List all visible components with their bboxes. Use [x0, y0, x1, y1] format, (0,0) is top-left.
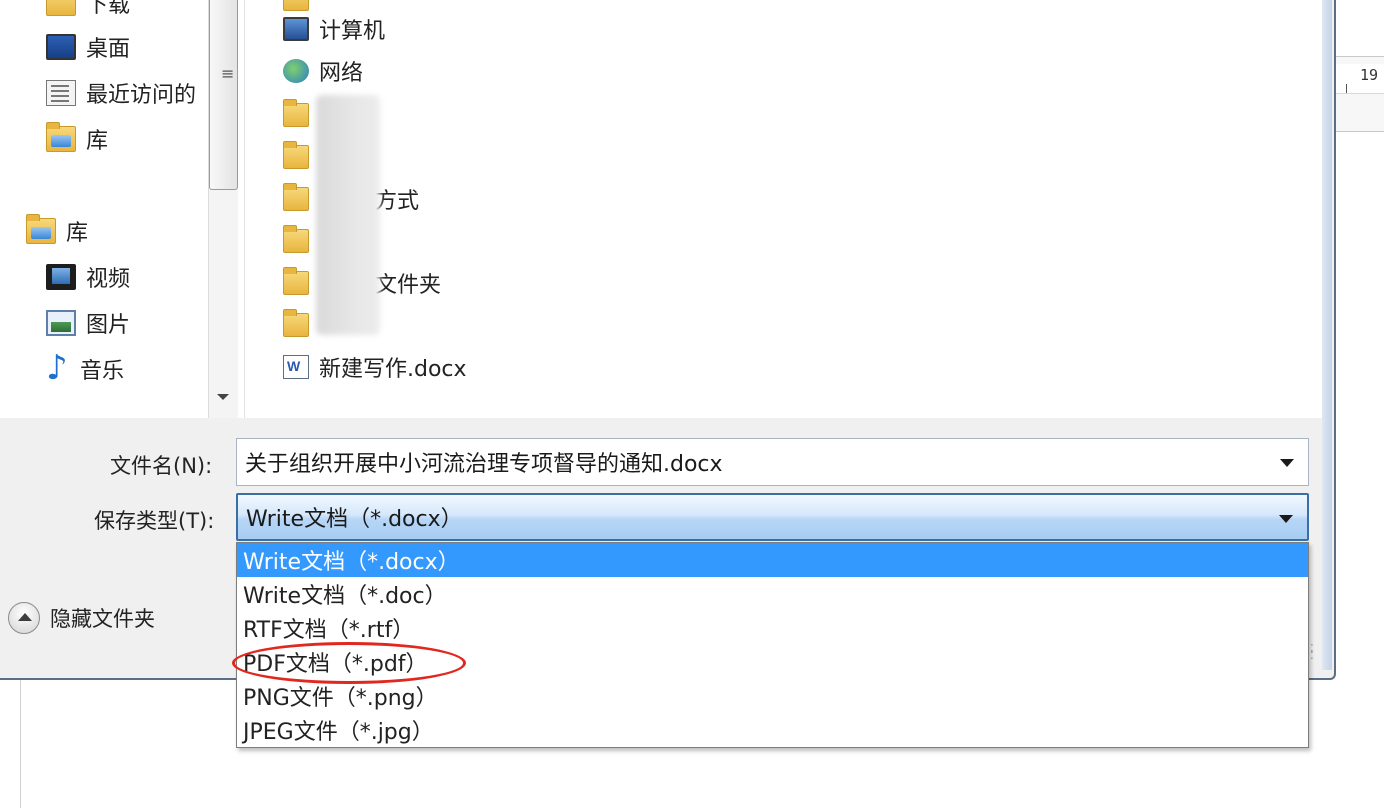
nav-item-label: 最近访问的 — [86, 83, 197, 108]
file-item-label: 计算机 — [319, 19, 386, 44]
music-icon — [46, 348, 70, 388]
nav-item-pictures[interactable]: 图片 — [46, 306, 130, 340]
nav-item-desktop[interactable]: 桌面 — [46, 30, 130, 64]
file-item-computer[interactable]: 计算机 — [283, 12, 385, 46]
nav-item-label: 下载 — [86, 0, 131, 18]
nav-item-label: 音乐 — [80, 359, 125, 384]
nav-item-libraries[interactable]: 库 — [26, 214, 88, 248]
docx-file-icon — [283, 355, 309, 379]
video-icon — [46, 264, 76, 290]
nav-item-label: 图片 — [86, 313, 131, 338]
nav-item-videos[interactable]: 视频 — [46, 260, 130, 294]
network-icon — [283, 59, 309, 83]
chevron-down-icon[interactable] — [1279, 515, 1293, 523]
folder-icon — [283, 309, 309, 337]
picture-icon — [46, 310, 76, 336]
savetype-option-docx[interactable]: Write文档（*.docx） — [237, 543, 1308, 577]
nav-item-library-shortcut[interactable]: 库 — [46, 122, 108, 156]
filename-label: 文件名(N): — [110, 454, 213, 478]
hide-folders-button[interactable]: 隐藏文件夹 — [8, 600, 155, 636]
file-item-label: 网络 — [319, 61, 364, 86]
file-item-docx[interactable]: 新建写作.docx — [283, 350, 467, 384]
nav-item-recent-places[interactable]: 最近访问的 — [46, 76, 196, 110]
nav-item-label: 视频 — [86, 267, 131, 292]
dialog-right-border — [1322, 0, 1332, 670]
navigation-pane: 下载 桌面 最近访问的 库 库 视频 图片 音乐 — [0, 0, 244, 418]
savetype-option-rtf[interactable]: RTF文档（*.rtf） — [237, 611, 1308, 645]
file-list-pane: 计算机 网络 方式 文件夹 W 新建写作.docx — [244, 0, 1322, 418]
library-folder-icon — [26, 214, 56, 244]
file-item-folder[interactable] — [283, 98, 319, 132]
desktop-icon — [46, 34, 76, 60]
computer-icon — [283, 17, 309, 41]
file-item-label: 新建写作.docx — [319, 357, 467, 382]
folder-icon — [283, 0, 309, 11]
savetype-option-pdf[interactable]: PDF文档（*.pdf） — [237, 645, 1308, 679]
hide-folders-label: 隐藏文件夹 — [50, 607, 155, 631]
nav-item-label: 库 — [86, 129, 109, 154]
file-item-label: 方式 — [375, 189, 420, 214]
savetype-value[interactable]: Write文档（*.docx） — [246, 501, 463, 533]
savetype-label: 保存类型(T): — [94, 509, 215, 533]
file-item-network[interactable]: 网络 — [283, 54, 363, 88]
nav-scrollbar[interactable]: ≡ — [208, 0, 238, 418]
nav-scrollbar-thumb[interactable]: ≡ — [209, 0, 238, 190]
file-item-folder[interactable] — [283, 308, 319, 342]
filename-value[interactable]: 关于组织开展中小河流治理专项督导的通知.docx — [245, 446, 723, 478]
background-ruler: 19 — [1336, 64, 1384, 94]
redacted-region — [316, 95, 380, 335]
savetype-option-doc[interactable]: Write文档（*.doc） — [237, 577, 1308, 611]
collapse-up-icon[interactable] — [8, 602, 40, 634]
savetype-combobox[interactable]: Write文档（*.docx） — [236, 493, 1309, 541]
resize-grip-icon[interactable]: ⁚ ⁚ — [1310, 643, 1322, 666]
chevron-down-icon[interactable] — [1280, 459, 1294, 467]
grip-icon: ≡ — [221, 64, 235, 83]
scroll-down-arrow-icon[interactable] — [217, 394, 229, 400]
download-folder-icon — [46, 0, 76, 16]
recent-places-icon — [46, 80, 76, 106]
filename-combobox[interactable]: 关于组织开展中小河流治理专项督导的通知.docx — [236, 438, 1309, 486]
savetype-option-jpg[interactable]: JPEG文件（*.jpg） — [237, 713, 1308, 747]
library-folder-icon — [46, 122, 76, 152]
folder-icon — [283, 267, 309, 295]
file-item-folder[interactable] — [283, 140, 319, 174]
ruler-number: 19 — [1360, 66, 1379, 84]
nav-item-label: 库 — [66, 221, 89, 246]
nav-item-label: 桌面 — [86, 37, 131, 62]
folder-icon — [283, 225, 309, 253]
nav-item-downloads[interactable]: 下载 — [46, 0, 130, 20]
folder-icon — [283, 183, 309, 211]
savetype-option-png[interactable]: PNG文件（*.png） — [237, 679, 1308, 713]
nav-item-music[interactable]: 音乐 — [46, 348, 125, 388]
folder-icon — [283, 141, 309, 169]
folder-icon — [283, 99, 309, 127]
file-item-folder[interactable] — [283, 224, 319, 258]
savetype-dropdown-list: Write文档（*.docx） Write文档（*.doc） RTF文档（*.r… — [236, 542, 1309, 748]
file-item-label: 文件夹 — [375, 273, 442, 298]
